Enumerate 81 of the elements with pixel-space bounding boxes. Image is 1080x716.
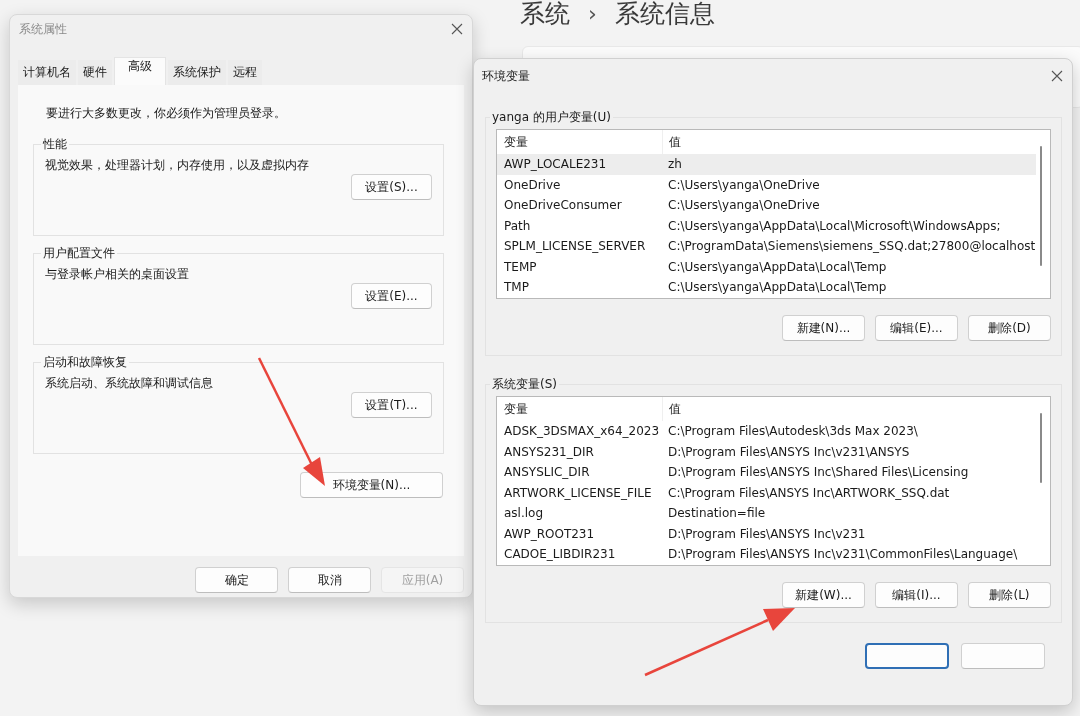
table-cell-text: C:\Users\yanga\OneDrive — [667, 177, 820, 192]
close-icon[interactable] — [451, 23, 463, 35]
table-row[interactable]: TEMP C:\Users\yanga\AppData\Local\Temp — [497, 256, 1036, 277]
table-row[interactable]: OneDrive C:\Users\yanga\OneDrive — [497, 174, 1036, 195]
group-title: 系统变量(S) — [491, 376, 558, 393]
window-title: 环境变量 — [482, 67, 530, 85]
table-cell-text: C:\Program Files\Autodesk\3ds Max 2023\ — [667, 424, 918, 439]
table-row[interactable]: Path C:\Users\yanga\AppData\Local\Microsoft\WindowsApps; — [497, 215, 1036, 236]
table-cell-text: zh — [667, 157, 682, 172]
table-cell-text: TMP — [503, 280, 530, 295]
group-title: 用户配置文件 — [42, 245, 116, 262]
table-cell-text: ANSYSLIC_DIR — [503, 465, 591, 480]
table-cell-text: asl.log — [503, 506, 545, 521]
breadcrumb-separator: › — [588, 0, 597, 28]
group-description: 视觉效果，处理器计划，内存使用，以及虚拟内存 — [45, 157, 310, 174]
group-description: 与登录帐户相关的桌面设置 — [45, 266, 190, 283]
table-row[interactable]: ANSYS231_DIR D:\Program Files\ANSYS Inc\v231\ANSYS — [497, 441, 1036, 462]
table-row[interactable]: ARTWORK_LICENSE_FILE C:\Program Files\ANSYS Inc\ARTWORK_SSQ.dat — [497, 482, 1036, 503]
table-row[interactable]: ADSK_3DSMAX_x64_2023 C:\Program Files\Autodesk\3ds Max 2023\ — [497, 421, 1036, 442]
table-cell-text: Path — [503, 218, 532, 233]
table-cell-text: C:\Users\yanga\OneDrive — [667, 198, 820, 213]
table-row[interactable]: TMP C:\Users\yanga\AppData\Local\Temp — [497, 277, 1036, 298]
table-cell-text: C:\Users\yanga\AppData\Local\Temp — [667, 259, 887, 274]
table-row[interactable]: AWP_LOCALE231 zh — [497, 154, 1036, 175]
table-cell-text: ADSK_3DSMAX_x64_2023 — [503, 424, 661, 439]
settings-button[interactable]: 设置(S)... — [351, 174, 432, 200]
table-cell-text: C:\Users\yanga\AppData\Local\Temp — [667, 280, 887, 295]
scrollbar-thumb[interactable] — [1040, 146, 1042, 266]
column-header: 值 — [668, 133, 681, 151]
table-row[interactable]: OneDriveConsumer C:\Users\yanga\OneDrive — [497, 195, 1036, 216]
table-cell-text: D:\Program Files\ANSYS Inc\Shared Files\Licensing — [667, 465, 969, 480]
table-cell-text: C:\Users\yanga\AppData\Local\Microsoft\WindowsApps; — [667, 218, 1001, 233]
table-cell-text: C:\ProgramData\Siemens\siemens_SSQ.dat;27800@localhost — [667, 239, 1036, 254]
notice-text: 要进行大多数更改，你必须作为管理员登录。 — [46, 105, 287, 122]
table-cell-text: AWP_LOCALE231 — [503, 157, 608, 172]
table-row[interactable]: asl.log Destination=file — [497, 503, 1036, 524]
scrollbar-thumb[interactable] — [1040, 413, 1042, 483]
table-row[interactable]: SPLM_LICENSE_SERVER C:\ProgramData\Siemens\siemens_SSQ.dat;27800@localhost — [497, 236, 1036, 257]
dialog-button[interactable]: 新建(W)... — [782, 582, 865, 608]
table-row[interactable]: ANSYSLIC_DIR D:\Program Files\ANSYS Inc\Shared Files\Licensing — [497, 462, 1036, 483]
dialog-button[interactable]: 新建(N)... — [782, 315, 865, 341]
window-title: 系统属性 — [19, 20, 67, 38]
group-title: 性能 — [42, 136, 68, 153]
table-cell-text: CADOE_LIBDIR231 — [503, 547, 617, 562]
breadcrumb-link[interactable]: 系统 — [520, 0, 570, 28]
tab[interactable]: 远程 — [228, 60, 262, 85]
dialog-button[interactable]: 编辑(E)... — [875, 315, 958, 341]
tab[interactable]: 系统保护 — [168, 60, 226, 85]
table-cell-text: D:\Program Files\ANSYS Inc\v231 — [667, 526, 866, 541]
table-cell-text: SPLM_LICENSE_SERVER — [503, 239, 647, 254]
tab[interactable]: 硬件 — [78, 60, 112, 85]
table-cell-text: D:\Program Files\ANSYS Inc\v231\CommonFiles\Language\ — [667, 547, 1018, 562]
table-cell-text: Destination=file — [667, 506, 766, 521]
dialog-button[interactable]: 确定 — [195, 567, 278, 593]
table-cell-text: C:\Program Files\ANSYS Inc\ARTWORK_SSQ.dat — [667, 485, 950, 500]
dialog-button[interactable]: 删除(D) — [968, 315, 1051, 341]
table-cell-text: AWP_ROOT231 — [503, 526, 596, 541]
table-cell-text: ANSYS231_DIR — [503, 444, 595, 459]
dialog-button[interactable]: 编辑(I)... — [875, 582, 958, 608]
dialog-button[interactable]: 取消 — [288, 567, 371, 593]
column-header: 变量 — [497, 397, 663, 421]
group-description: 系统启动、系统故障和调试信息 — [45, 375, 214, 392]
dialog-button[interactable] — [865, 643, 949, 669]
dialog-button[interactable]: 删除(L) — [968, 582, 1051, 608]
table-cell-text: OneDrive — [503, 177, 562, 192]
column-header: 值 — [668, 400, 681, 418]
table-row[interactable]: CADOE_LIBDIR231 D:\Program Files\ANSYS Inc\v231\CommonFiles\Language\ — [497, 544, 1036, 565]
table-cell-text: ARTWORK_LICENSE_FILE — [503, 485, 653, 500]
group-title: 启动和故障恢复 — [42, 354, 128, 371]
table-cell-text: D:\Program Files\ANSYS Inc\v231\ANSYS — [667, 444, 910, 459]
page-title: 系统信息 — [614, 0, 715, 28]
table-cell-text: TEMP — [503, 259, 538, 274]
table-row[interactable]: AWP_ROOT231 D:\Program Files\ANSYS Inc\v231 — [497, 523, 1036, 544]
table-cell-text: OneDriveConsumer — [503, 198, 623, 213]
tab[interactable]: 计算机名 — [18, 60, 76, 85]
environment-variables-button[interactable]: 环境变量(N)... — [300, 472, 443, 498]
settings-button[interactable]: 设置(T)... — [351, 392, 432, 418]
group-title: yanga 的用户变量(U) — [491, 109, 612, 126]
tab[interactable]: 高级 — [114, 57, 166, 85]
settings-button[interactable]: 设置(E)... — [351, 283, 432, 309]
close-icon[interactable] — [1051, 70, 1063, 82]
